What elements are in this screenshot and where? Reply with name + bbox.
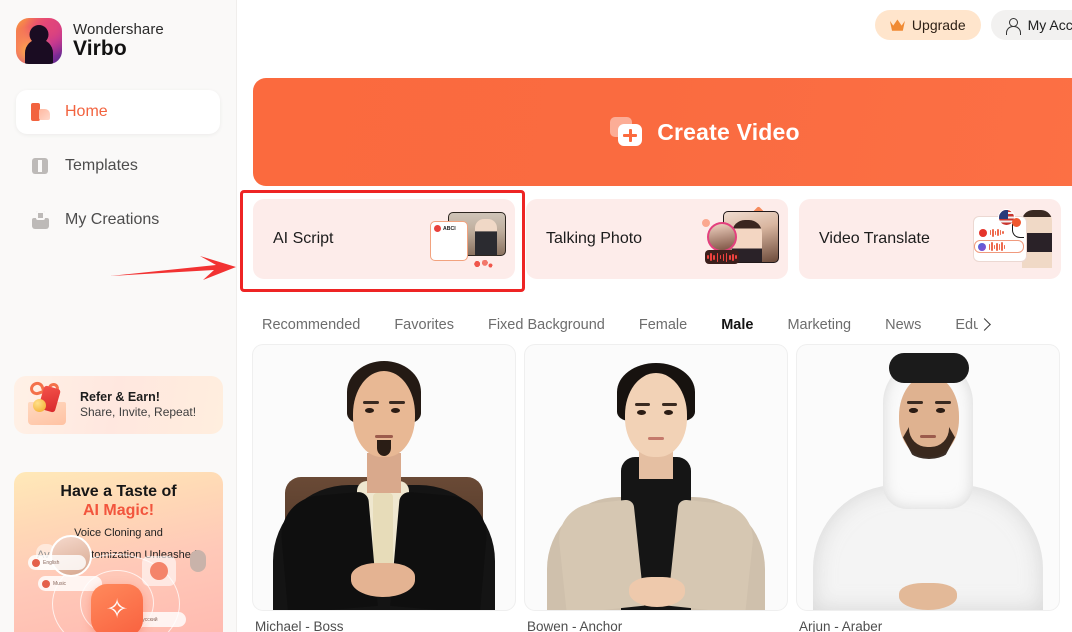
feature-card-ai-script-label: AI Script <box>273 230 334 247</box>
create-video-banner[interactable]: Create Video <box>253 78 1072 186</box>
magic-line1: Have a Taste of <box>60 483 177 500</box>
sidebar-item-home-label: Home <box>65 103 108 120</box>
avatar-name: Arjun - Araber <box>799 619 883 632</box>
user-icon <box>1005 17 1021 35</box>
category-tab-bar: Recommended Favorites Fixed Background F… <box>253 308 1072 342</box>
avatar-grid: Michael - Boss Bowen - Anchor Arjun - Ar… <box>253 345 1059 632</box>
tab-female[interactable]: Female <box>622 317 704 333</box>
sidebar: Wondershare Virbo Home Templates My Crea… <box>0 0 237 632</box>
sidebar-nav: Home Templates My Creations <box>0 90 236 242</box>
sidebar-item-templates[interactable]: Templates <box>16 144 220 188</box>
feature-card-video-translate[interactable]: Video Translate <box>799 199 1061 279</box>
tab-fixed-background[interactable]: Fixed Background <box>471 317 622 333</box>
brand-product: Virbo <box>73 37 127 61</box>
tab-favorites[interactable]: Favorites <box>377 317 471 333</box>
avatar-card[interactable]: Bowen - Anchor <box>525 345 787 632</box>
feature-card-talking-photo-label: Talking Photo <box>546 230 643 247</box>
home-icon <box>30 102 51 123</box>
feature-card-video-translate-label: Video Translate <box>819 230 930 247</box>
sidebar-item-templates-label: Templates <box>65 157 138 174</box>
tab-education[interactable]: Education <box>938 317 978 333</box>
avatar-image-bowen <box>525 345 787 610</box>
avatar-name: Michael - Boss <box>255 619 344 632</box>
gift-box-icon <box>22 379 74 428</box>
refer-and-earn-banner[interactable]: Refer & Earn! Share, Invite, Repeat! <box>14 376 223 434</box>
ai-magic-banner[interactable]: Have a Taste of AI Magic! Voice Cloning … <box>14 472 223 632</box>
refer-title: Refer & Earn! <box>80 390 160 405</box>
my-creations-icon <box>30 210 51 231</box>
magic-star-icon <box>91 584 143 632</box>
tab-marketing[interactable]: Marketing <box>770 317 868 333</box>
brand: Wondershare Virbo <box>0 0 236 64</box>
avatar-card[interactable]: Michael - Boss <box>253 345 515 632</box>
my-account-button[interactable]: My Account <box>990 10 1072 40</box>
feature-card-talking-photo[interactable]: Talking Photo <box>526 199 788 279</box>
video-translate-thumbnail <box>972 209 1052 268</box>
create-video-icon <box>610 117 644 147</box>
refer-text: Refer & Earn! Share, Invite, Repeat! <box>80 389 196 420</box>
microphone-icon <box>190 550 206 572</box>
brand-company: Wondershare <box>73 20 164 38</box>
tab-news[interactable]: News <box>868 317 938 333</box>
app-window: Wondershare Virbo Home Templates My Crea… <box>0 0 1072 632</box>
refer-subtitle: Share, Invite, Repeat! <box>80 405 197 420</box>
avatar-image-arjun <box>797 345 1059 610</box>
talking-photo-thumbnail <box>699 206 779 268</box>
avatar-folder-icon <box>142 556 176 586</box>
main-content: Upgrade My Account Create Video AI Scrip… <box>237 0 1072 632</box>
magic-line2: AI Magic! <box>82 502 155 519</box>
chevron-right-icon[interactable] <box>974 314 996 336</box>
tab-male[interactable]: Male <box>704 317 770 333</box>
avatar-card[interactable]: Arjun - Araber <box>797 345 1059 632</box>
magic-illustration: English Music Русский <box>14 535 223 632</box>
sidebar-item-my-creations[interactable]: My Creations <box>16 198 220 242</box>
avatar-name: Bowen - Anchor <box>527 619 623 632</box>
avatar-image-michael <box>253 345 515 610</box>
tab-recommended[interactable]: Recommended <box>253 317 377 333</box>
chip-music: Music <box>38 576 102 591</box>
feature-card-row: AI Script ABCI Talking Photo Video Trans… <box>253 199 1061 279</box>
sidebar-item-home[interactable]: Home <box>16 90 220 134</box>
upgrade-button[interactable]: Upgrade <box>874 10 981 40</box>
feature-card-ai-script[interactable]: AI Script ABCI <box>253 199 515 279</box>
upgrade-label: Upgrade <box>911 17 966 33</box>
brand-text: Wondershare Virbo <box>73 20 164 61</box>
templates-icon <box>30 156 51 177</box>
chip-english: English <box>28 555 86 570</box>
sidebar-item-my-creations-label: My Creations <box>65 211 160 228</box>
crown-icon <box>890 19 905 32</box>
magic-line3a: Voice Cloning and <box>74 527 163 539</box>
create-video-label: Create Video <box>657 118 800 145</box>
ai-script-thumbnail: ABCI <box>426 210 506 270</box>
top-bar: Upgrade My Account <box>237 0 1072 50</box>
virbo-logo-icon <box>16 18 62 64</box>
my-account-label: My Account <box>1027 17 1072 33</box>
